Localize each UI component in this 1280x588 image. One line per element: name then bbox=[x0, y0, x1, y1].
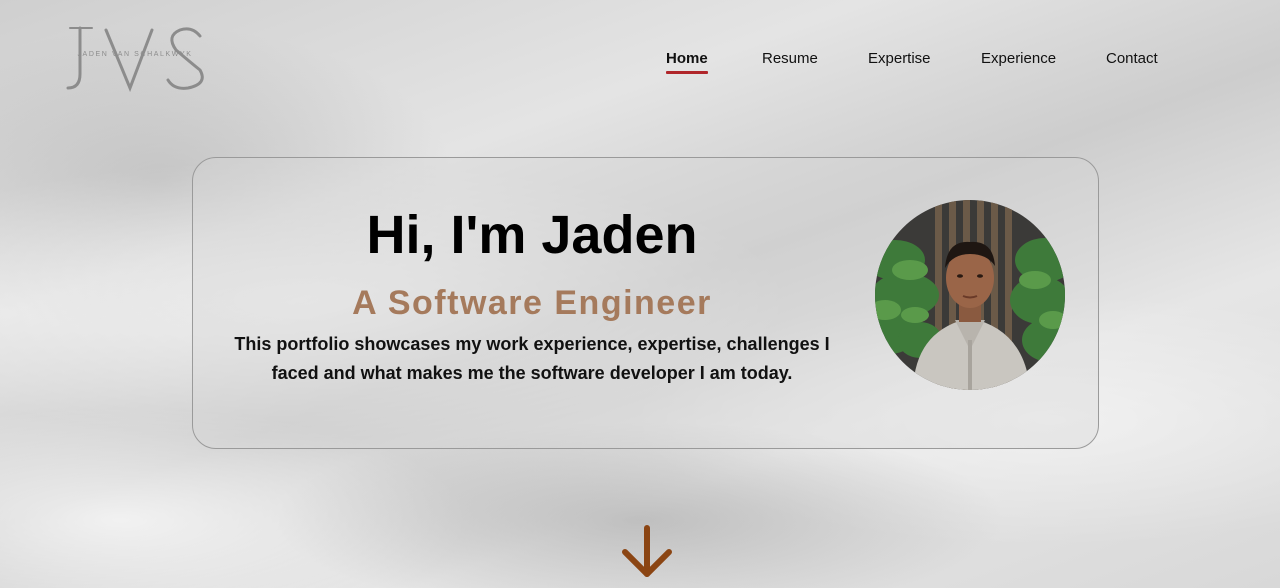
nav-experience-label: Experience bbox=[981, 50, 1057, 67]
arrow-down-icon bbox=[622, 525, 672, 577]
nav-expertise-label: Expertise bbox=[868, 50, 931, 67]
avatar bbox=[875, 200, 1065, 390]
nav-contact[interactable]: Contact bbox=[1106, 49, 1158, 69]
nav-home-label: Home bbox=[666, 50, 708, 67]
hero-description: This portfolio showcases my work experie… bbox=[234, 334, 830, 383]
nav-home[interactable]: Home bbox=[666, 49, 708, 74]
nav-experience[interactable]: Experience bbox=[981, 49, 1056, 69]
hero-title: Hi, I'm Jaden bbox=[366, 205, 698, 265]
main-nav: Home Resume Expertise Experience Contact bbox=[0, 49, 1280, 79]
nav-contact-label: Contact bbox=[1106, 50, 1158, 67]
profile-photo bbox=[875, 200, 1065, 390]
nav-resume-label: Resume bbox=[762, 50, 818, 67]
nav-resume[interactable]: Resume bbox=[762, 49, 818, 69]
scroll-down-button[interactable] bbox=[620, 524, 674, 580]
hero-subtitle: A Software Engineer bbox=[352, 284, 712, 322]
nav-expertise[interactable]: Expertise bbox=[868, 49, 931, 69]
nav-active-indicator bbox=[666, 71, 708, 74]
